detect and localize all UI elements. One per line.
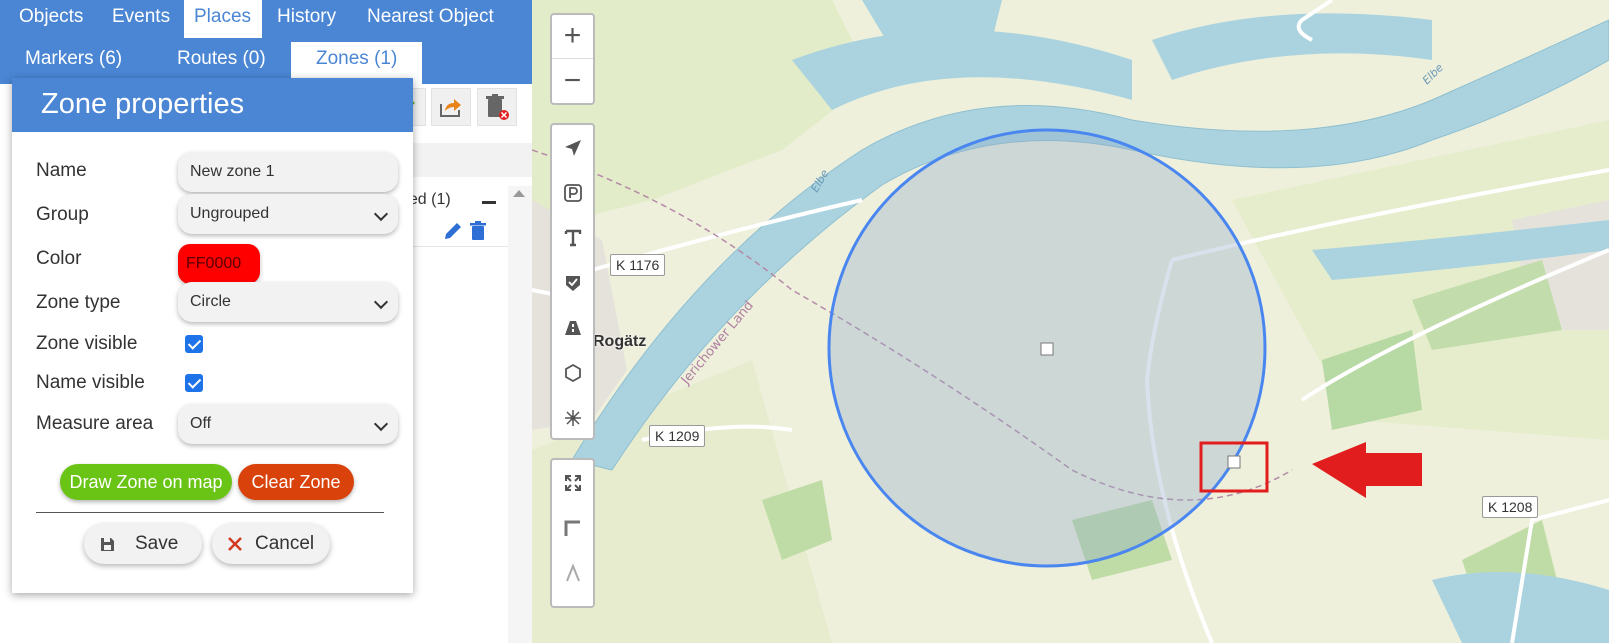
star-burst-icon (564, 409, 581, 426)
group-label: Group (36, 204, 89, 225)
collapse-icon[interactable] (482, 201, 496, 204)
zone-properties-dialog: Zone properties Name New zone 1 Group Un… (12, 78, 413, 593)
road-label: K 1176 (610, 254, 666, 276)
map-view[interactable]: Elbe Elbe Jerichower Land K 1176 K 1209 … (532, 0, 1609, 643)
zoom-control: + − (550, 13, 595, 105)
zone-type-label: Zone type (36, 292, 121, 313)
cluster-tool-button[interactable] (552, 395, 593, 440)
color-picker-input[interactable]: FF0000 (178, 244, 260, 284)
edit-zone-button[interactable] (443, 221, 463, 246)
group-select[interactable]: Ungrouped (178, 194, 398, 234)
zoom-in-button[interactable]: + (552, 15, 593, 59)
zone-visible-checkbox[interactable] (185, 335, 203, 353)
trash-delete-icon (486, 94, 509, 120)
floppy-disk-icon (101, 538, 114, 551)
clear-zone-button[interactable]: Clear Zone (238, 464, 354, 500)
parking-button[interactable] (552, 170, 593, 215)
polygon-tool-button[interactable] (552, 350, 593, 395)
fullscreen-button[interactable] (552, 460, 593, 505)
dialog-title: Zone properties (12, 78, 413, 132)
zone-name-input[interactable]: New zone 1 (178, 152, 398, 192)
tab-places[interactable]: Places (184, 0, 262, 38)
save-button-label: Save (135, 533, 179, 554)
chevron-down-icon (373, 294, 389, 310)
name-visible-label: Name visible (36, 372, 145, 393)
delete-zone-button[interactable] (470, 221, 486, 246)
road-icon (564, 320, 581, 335)
dialog-separator (36, 512, 384, 513)
text-icon (564, 229, 581, 246)
map-utility-control (550, 458, 595, 608)
top-navigation: Objects Events Places History Nearest Ob… (0, 0, 538, 84)
cancel-button[interactable]: Cancel (212, 524, 330, 564)
north-button[interactable] (552, 550, 593, 595)
navigate-button[interactable] (552, 125, 593, 170)
zone-list-header (400, 143, 532, 177)
zone-radius-handle[interactable] (1227, 455, 1241, 469)
map-canvas[interactable]: Elbe Elbe Jerichower Land (532, 0, 1609, 643)
chevron-down-icon (373, 416, 389, 432)
subtab-routes[interactable]: Routes (0) (167, 42, 276, 80)
zone-center-handle[interactable] (1040, 342, 1054, 356)
text-tool-button[interactable] (552, 215, 593, 260)
measure-area-select[interactable]: Off (178, 404, 398, 444)
marker-tool-button[interactable] (552, 260, 593, 305)
road-label: K 1209 (649, 425, 706, 447)
subtab-markers[interactable]: Markers (6) (15, 42, 132, 80)
zone-type-value: Circle (190, 293, 231, 310)
road-label: K 1208 (1482, 496, 1539, 518)
name-label: Name (36, 160, 87, 181)
tab-nearest-object[interactable]: Nearest Object (357, 0, 504, 38)
parking-icon (563, 183, 582, 202)
scroll-up-arrow-icon[interactable] (513, 190, 525, 197)
compass-arrow-icon (565, 562, 580, 581)
place-label: Rogätz (593, 333, 647, 350)
draw-zone-button[interactable]: Draw Zone on map (60, 464, 232, 500)
list-scrollbar[interactable] (508, 186, 532, 643)
zoom-out-button[interactable]: − (552, 60, 593, 104)
tab-history[interactable]: History (267, 0, 346, 38)
zone-type-select[interactable]: Circle (178, 282, 398, 322)
location-arrow-icon (564, 139, 581, 156)
map-tools-control (550, 123, 595, 440)
export-icon (440, 99, 461, 117)
chevron-down-icon (373, 206, 389, 222)
route-tool-button[interactable] (552, 305, 593, 350)
name-visible-checkbox[interactable] (185, 374, 203, 392)
zone-visible-label: Zone visible (36, 333, 138, 354)
ruler-icon (564, 520, 580, 536)
measure-button[interactable] (552, 505, 593, 550)
cancel-button-label: Cancel (255, 533, 315, 554)
delete-all-button[interactable] (477, 88, 517, 126)
close-icon (228, 537, 242, 551)
pencil-icon (445, 223, 461, 239)
tab-events[interactable]: Events (102, 0, 180, 38)
group-select-value: Ungrouped (190, 205, 270, 222)
export-button[interactable] (431, 88, 471, 126)
measure-area-label: Measure area (36, 413, 154, 434)
polygon-icon (564, 363, 581, 382)
trash-icon (470, 221, 486, 240)
fullscreen-icon (564, 474, 581, 491)
measure-area-value: Off (190, 415, 212, 432)
shield-check-icon (565, 275, 580, 291)
color-label: Color (36, 248, 82, 269)
save-button[interactable]: Save (84, 524, 202, 564)
tab-objects[interactable]: Objects (9, 0, 93, 38)
